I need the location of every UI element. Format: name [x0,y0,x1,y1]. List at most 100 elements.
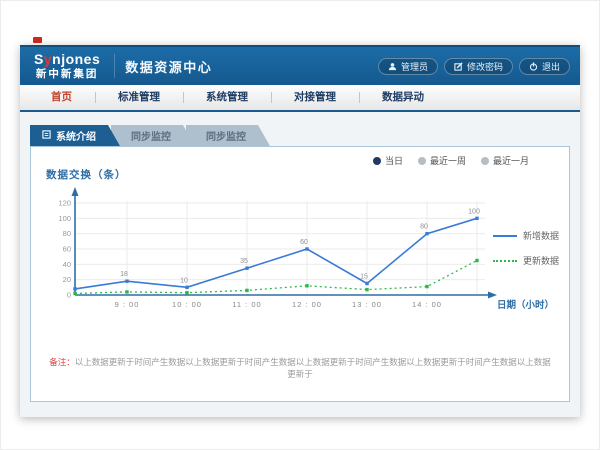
nav-item-2[interactable]: 标准管理 [95,85,183,110]
tab-1[interactable]: 系统介绍 [30,125,120,146]
admin-user-label: 管理员 [401,60,428,73]
data-point-marker [365,282,368,285]
data-point-marker [245,289,248,292]
app-window: Synjones 新中新集团 数据资源中心 管理员 修改密码 [20,45,580,417]
chart-panel: 当日 最近一周 最近一月 数据交换（条） 0 20 40 60 80 100 120 9 : 00… [30,146,570,402]
legend-swatch [493,235,517,237]
red-accent-mark [33,37,42,43]
series-line [75,261,477,294]
data-point-label: 10 [180,277,188,284]
tab-label: 同步监控 [206,128,246,143]
y-tick-label: 100 [58,214,71,223]
data-point-marker [245,266,248,269]
data-point-label: 35 [240,258,248,265]
document-icon [42,130,51,142]
data-point-marker [305,284,308,287]
line-chart: 0 20 40 60 80 100 120 9 : 00 10 : 00 11 : 00 12 : … [37,183,565,333]
data-point-label: 15 [360,274,368,281]
legend-label: 新增数据 [523,229,559,242]
chart-legend: 新增数据更新数据 [493,229,559,267]
data-point-label: 60 [300,239,308,246]
user-icon [388,62,397,71]
x-tick-label: 9 : 00 [115,300,140,309]
time-range-label: 当日 [385,154,403,167]
data-point-label: 18 [120,271,128,278]
brand-logo-wordmark: Synjones [34,52,100,66]
time-range-label: 最近一月 [493,154,529,167]
logo-text: njones [52,51,100,67]
data-point-marker [425,285,428,288]
data-point-marker [365,288,368,291]
logo-accent-letter: y [44,51,52,67]
data-point-marker [73,292,76,295]
main-nav: 首页标准管理系统管理对接管理数据异动 [20,85,580,112]
y-tick-label: 40 [63,260,71,269]
legend-swatch [493,260,517,262]
nav-item-5[interactable]: 数据异动 [359,85,447,110]
time-range-filter: 当日 最近一周 最近一月 [373,154,529,167]
radio-dot-icon [418,157,426,165]
power-icon [529,62,538,71]
data-point-marker [185,291,188,294]
brand-logo: Synjones 新中新集团 [30,52,104,80]
nav-item-4[interactable]: 对接管理 [271,85,359,110]
gridlines [75,201,485,295]
change-password-button[interactable]: 修改密码 [444,58,513,75]
radio-dot-icon [481,157,489,165]
data-point-marker [125,280,128,283]
radio-dot-icon [373,157,381,165]
tab-2[interactable]: 同步监控 [111,125,195,146]
series-line [75,218,477,289]
x-tick-label: 10 : 00 [172,300,202,309]
page: Synjones 新中新集团 数据资源中心 管理员 修改密码 [0,0,600,450]
logo-text: S [34,51,44,67]
data-point-marker [425,232,428,235]
logout-label: 退出 [542,60,560,73]
time-range-option-1[interactable]: 当日 [373,154,403,167]
y-axis-arrow [72,187,79,196]
time-range-option-3[interactable]: 最近一月 [481,154,529,167]
nav-item-1[interactable]: 首页 [28,85,95,110]
chart-y-axis-title: 数据交换（条） [46,167,127,182]
time-range-label: 最近一周 [430,154,466,167]
nav-item-3[interactable]: 系统管理 [183,85,271,110]
tab-label: 同步监控 [131,128,171,143]
content-area: 系统介绍 同步监控 同步监控 当日 最近一周 最近一月 数据交换（条） 0 20 40 60 8… [20,112,580,415]
y-tick-label: 80 [63,229,71,238]
change-password-label: 修改密码 [467,60,503,73]
data-point-marker [475,259,478,262]
tab-bar: 系统介绍 同步监控 同步监控 [20,112,580,146]
app-header: Synjones 新中新集团 数据资源中心 管理员 修改密码 [20,45,580,85]
edit-icon [454,62,463,71]
header-divider [114,54,115,78]
data-point-marker [475,217,478,220]
x-tick-label: 11 : 00 [232,300,261,309]
time-range-option-2[interactable]: 最近一周 [418,154,466,167]
y-tick-label: 0 [67,291,71,300]
tab-3[interactable]: 同步监控 [186,125,270,146]
x-axis-title: 日期（小时） [497,299,554,311]
logout-button[interactable]: 退出 [519,58,570,75]
data-point-marker [185,286,188,289]
data-point-marker [305,247,308,250]
data-point-label: 80 [420,224,428,231]
brand-logo-cn: 新中新集团 [34,69,100,80]
admin-user-button[interactable]: 管理员 [378,58,438,75]
page-title: 数据资源中心 [125,57,212,76]
x-tick-label: 14 : 00 [412,300,442,309]
footnote: 备注：以上数据更新于时间产生数据以上数据更新于时间产生数据以上数据更新于时间产生… [49,357,551,381]
legend-item-2: 更新数据 [493,254,559,267]
x-tick-label: 13 : 00 [352,300,382,309]
data-point-marker [73,287,76,290]
data-point-marker [125,290,128,293]
footnote-text: 以上数据更新于时间产生数据以上数据更新于时间产生数据以上数据更新于时间产生数据以… [75,357,551,379]
x-axis-arrow [488,292,497,299]
x-tick-label: 12 : 00 [292,300,322,309]
tab-label: 系统介绍 [56,128,96,143]
y-tick-label: 120 [58,199,71,208]
legend-label: 更新数据 [523,254,559,267]
y-tick-label: 20 [63,275,71,284]
data-point-label: 100 [468,208,480,215]
legend-item-1: 新增数据 [493,229,559,242]
y-tick-label: 60 [63,245,71,254]
